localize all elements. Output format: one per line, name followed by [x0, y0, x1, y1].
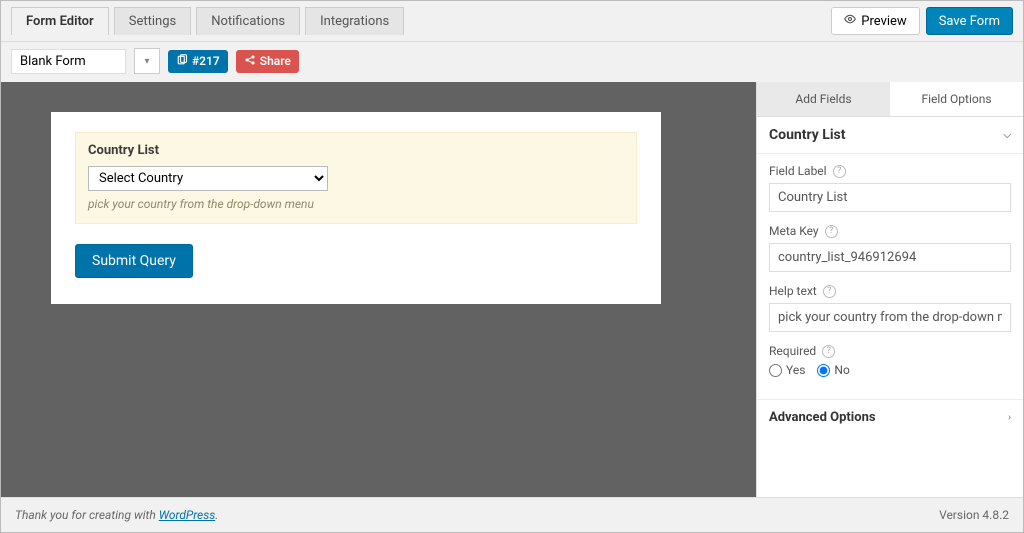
version-label: Version 4.8.2 [939, 508, 1009, 522]
wordpress-link[interactable]: WordPress [159, 508, 216, 522]
share-icon [244, 54, 256, 69]
field-label-input[interactable] [769, 183, 1011, 212]
help-text-label: Help text [769, 284, 817, 298]
main-tabs: Form Editor Settings Notifications Integ… [11, 7, 404, 35]
country-select[interactable]: Select Country [88, 166, 328, 191]
footer: Thank you for creating with WordPress. V… [1, 497, 1023, 532]
required-no-option[interactable]: No [817, 363, 849, 377]
option-meta-key: Meta Key ? [769, 224, 1011, 272]
required-label: Required [769, 344, 816, 358]
share-label: Share [260, 54, 291, 68]
help-icon[interactable]: ? [825, 225, 838, 238]
chevron-down-icon: ▾ [144, 56, 149, 67]
shortcode-label: #217 [192, 54, 220, 68]
option-field-label: Field Label ? [769, 164, 1011, 212]
tab-field-options[interactable]: Field Options [890, 82, 1023, 116]
thanks-suffix: . [215, 508, 218, 522]
meta-key-input[interactable] [769, 243, 1011, 272]
field-block-country-list[interactable]: Country List Select Country pick your co… [75, 132, 637, 224]
meta-key-label: Meta Key [769, 224, 819, 238]
shortcode-button[interactable]: #217 [168, 50, 228, 73]
right-tabs: Add Fields Field Options [757, 82, 1023, 117]
main-split: Country List Select Country pick your co… [1, 82, 1023, 497]
preview-label: Preview [861, 14, 906, 29]
tab-integrations[interactable]: Integrations [305, 7, 404, 35]
copy-icon [176, 54, 188, 69]
tab-form-editor[interactable]: Form Editor [11, 7, 109, 35]
field-help-text: pick your country from the drop-down men… [88, 197, 624, 211]
form-name-input[interactable] [11, 49, 126, 74]
share-button[interactable]: Share [236, 50, 299, 73]
preview-button[interactable]: Preview [831, 7, 919, 35]
form-card: Country List Select Country pick your co… [51, 112, 661, 304]
footer-thanks: Thank you for creating with WordPress. [15, 508, 218, 522]
collapse-button[interactable]: ▾ [134, 48, 160, 74]
section-header-country-list[interactable]: Country List ⌵ [757, 117, 1023, 154]
required-yes-option[interactable]: Yes [769, 363, 805, 377]
section-title: Country List [769, 127, 845, 143]
required-yes-radio[interactable] [769, 364, 782, 377]
save-form-button[interactable]: Save Form [926, 7, 1013, 35]
section-body: Field Label ? Meta Key ? Help text ? [757, 154, 1023, 399]
option-help-text: Help text ? [769, 284, 1011, 332]
top-actions: Preview Save Form [831, 7, 1013, 41]
required-no-radio[interactable] [817, 364, 830, 377]
right-panel: Add Fields Field Options Country List ⌵ … [756, 82, 1023, 497]
thanks-prefix: Thank you for creating with [15, 508, 159, 522]
help-icon[interactable]: ? [833, 165, 846, 178]
top-bar: Form Editor Settings Notifications Integ… [1, 1, 1023, 42]
required-no-label: No [834, 363, 849, 377]
help-icon[interactable]: ? [822, 345, 835, 358]
chevron-down-icon: ⌵ [1003, 130, 1011, 141]
tab-notifications[interactable]: Notifications [196, 7, 300, 35]
tab-settings[interactable]: Settings [114, 7, 191, 35]
field-label-label: Field Label [769, 164, 827, 178]
help-icon[interactable]: ? [823, 285, 836, 298]
form-canvas: Country List Select Country pick your co… [1, 82, 756, 497]
chevron-right-icon: › [1008, 412, 1011, 423]
tab-add-fields[interactable]: Add Fields [757, 82, 890, 116]
eye-icon [844, 13, 856, 29]
submit-button[interactable]: Submit Query [75, 244, 193, 278]
field-label: Country List [88, 143, 624, 158]
section-header-advanced[interactable]: Advanced Options › [757, 399, 1023, 435]
required-yes-label: Yes [786, 363, 805, 377]
second-bar: ▾ #217 Share [1, 42, 1023, 82]
advanced-title: Advanced Options [769, 410, 876, 425]
help-text-input[interactable] [769, 303, 1011, 332]
option-required: Required ? Yes No [769, 344, 1011, 377]
